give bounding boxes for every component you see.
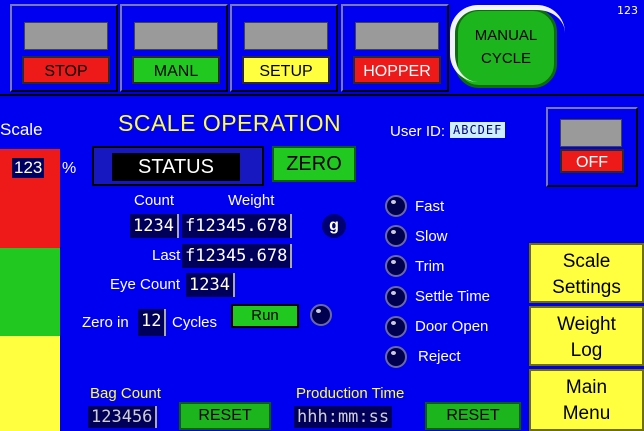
zero-in-label: Zero in [82,314,129,331]
page-title: SCALE OPERATION [118,110,342,136]
reject-label: Reject [418,348,461,365]
off-button[interactable]: OFF [560,149,624,173]
scale-settings-line1: Scale [562,251,611,272]
production-time-reset-button[interactable]: RESET [425,402,521,430]
weight-value: f12345.678 [182,214,293,238]
production-time-value: hhh:mm:ss [294,406,393,428]
trim-indicator-lamp [385,255,407,277]
stop-button-panel[interactable]: STOP [10,4,118,92]
corner-value: 123 [617,4,638,17]
manual-cycle-line1: MANUAL [474,27,538,44]
fast-indicator-lamp [385,195,407,217]
user-id-label: User ID: [390,123,446,140]
stop-button[interactable]: STOP [22,56,110,84]
cycles-label: Cycles [172,314,218,331]
scale-settings-button[interactable]: Scale Settings [529,243,644,303]
settle-time-indicator-lamp [385,286,407,308]
fast-label: Fast [415,198,445,215]
run-button[interactable]: Run [231,304,299,328]
scale-level-green-segment [0,248,60,336]
main-menu-line1: Main [565,377,608,398]
setup-status-lamp [244,22,328,50]
last-label: Last [152,247,181,264]
slow-label: Slow [415,228,448,245]
count-value: 1234 [130,214,179,238]
run-indicator-lamp [310,304,332,326]
slow-indicator-lamp [385,225,407,247]
user-id-field[interactable]: ABCDEF [450,122,506,138]
status-display: STATUS [112,153,240,181]
top-toolbar: STOP MANL SETUP HOPPER MANUAL CYCLE 123 [0,0,644,96]
hopper-button[interactable]: HOPPER [353,56,441,84]
status-panel: STATUS [92,146,264,186]
last-weight-value: f12345.678 [182,244,293,268]
door-open-label: Door Open [415,318,489,335]
bag-count-value: 123456 [88,406,158,428]
production-time-label: Production Time [296,385,405,402]
eye-count-label: Eye Count [110,276,181,293]
scale-percent-value: 123 [12,158,45,178]
off-button-panel[interactable]: OFF [546,107,638,187]
scale-label: Scale [0,120,43,139]
scale-percent-sign: % [62,160,77,177]
reject-indicator-lamp [385,346,407,368]
weight-log-line2: Log [570,340,603,361]
bag-count-label: Bag Count [90,385,161,402]
door-open-indicator-lamp [385,316,407,338]
main-menu-button[interactable]: Main Menu [529,369,644,431]
main-menu-line2: Menu [562,403,611,424]
settle-time-label: Settle Time [415,288,491,305]
bag-count-reset-button[interactable]: RESET [179,402,271,430]
weight-unit: g [322,214,346,238]
setup-button[interactable]: SETUP [242,56,330,84]
manual-status-lamp [134,22,218,50]
hopper-button-panel[interactable]: HOPPER [341,4,449,92]
off-status-lamp [560,119,622,147]
zero-in-cycles-field[interactable]: 12 [138,309,167,336]
weight-log-button[interactable]: Weight Log [529,306,644,366]
manual-cycle-button[interactable]: MANUAL CYCLE [450,5,565,88]
hopper-status-lamp [355,22,439,50]
count-header: Count [134,192,175,209]
zero-button[interactable]: ZERO [272,146,356,182]
manual-button-panel[interactable]: MANL [120,4,228,92]
scale-level-yellow-segment [0,336,60,431]
stop-status-lamp [24,22,108,50]
scale-settings-line2: Settings [552,277,621,298]
trim-label: Trim [415,258,445,275]
manual-button[interactable]: MANL [132,56,220,84]
manual-cycle-line2: CYCLE [480,50,532,67]
weight-log-line1: Weight [557,314,616,335]
eye-count-value: 1234 [186,273,235,297]
weight-header: Weight [228,192,275,209]
setup-button-panel[interactable]: SETUP [230,4,338,92]
